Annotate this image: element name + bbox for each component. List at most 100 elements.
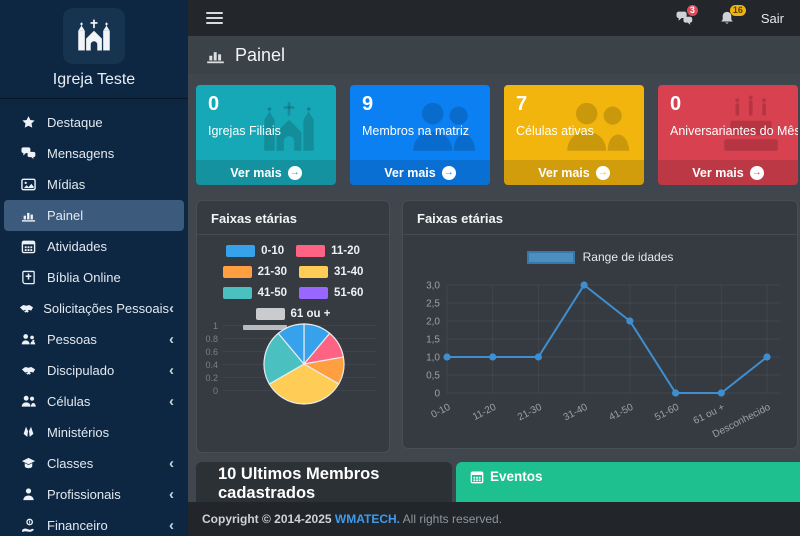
sidebar-item-celulas[interactable]: Células‹ [4, 386, 184, 417]
arrow-circle-icon: → [596, 166, 610, 180]
info-box-value: 0 [196, 85, 336, 116]
comments-icon [18, 146, 38, 161]
data-point [672, 389, 679, 396]
age-ranges-line-panel: Faixas etárias Range de idades 3,02,52,0… [402, 200, 798, 449]
sidebar-item-label: Painel [47, 208, 174, 223]
sidebar-item-profissionais[interactable]: Profissionais‹ [4, 479, 184, 510]
sidebar-item-label: Células [47, 394, 169, 409]
legend-item-0-10[interactable]: 0-10 [226, 245, 284, 257]
info-box-label: Igrejas Filiais [196, 116, 336, 138]
church-logo[interactable] [63, 8, 125, 64]
data-point [489, 353, 496, 360]
messages-button[interactable]: 3 [676, 10, 693, 27]
ghost-tick-label: 1 [205, 321, 223, 331]
money-hand-icon [18, 518, 38, 533]
user-tie-icon [18, 487, 38, 502]
legend-item-31-40[interactable]: 31-40 [299, 266, 363, 278]
divider [403, 234, 797, 235]
data-point [763, 353, 770, 360]
legend-item-21-30[interactable]: 21-30 [223, 266, 287, 278]
y-tick-label: 3,0 [426, 281, 440, 292]
calendar-icon [18, 239, 38, 254]
info-box-igrejas-filiais[interactable]: 0Igrejas Filiais Ver mais→ [196, 85, 336, 185]
info-box-value: 9 [350, 85, 490, 116]
users-icon [18, 394, 38, 409]
hamburger-icon[interactable] [206, 12, 223, 24]
bar-chart-icon [18, 208, 38, 223]
y-tick-label: 2,5 [426, 299, 440, 310]
info-box-membros-na-matriz[interactable]: 9Membros na matriz Ver mais→ [350, 85, 490, 185]
y-tick-label: 1,0 [426, 353, 440, 364]
info-box-label: Membros na matriz [350, 116, 490, 138]
page-header: Painel [188, 36, 800, 74]
brand-link[interactable]: WMATECH. [335, 512, 400, 526]
sidebar-item-ministerios[interactable]: Ministérios [4, 417, 184, 448]
info-box-celulas-ativas[interactable]: 7Células ativasVer mais→ [504, 85, 644, 185]
sidebar-item-biblia-online[interactable]: Bíblia Online [4, 262, 184, 293]
chevron-left-icon: ‹ [169, 456, 174, 471]
handshake-icon [18, 301, 34, 316]
x-tick-label: 21-30 [516, 402, 544, 424]
x-tick-label: 11-20 [471, 402, 499, 423]
ver-mais-label: Ver mais [230, 166, 281, 180]
arrow-circle-icon: → [442, 166, 456, 180]
events-title: Eventos [490, 469, 543, 484]
sidebar-item-label: Ministérios [47, 425, 174, 440]
sidebar-item-midias[interactable]: Mídias [4, 169, 184, 200]
notifications-badge: 16 [730, 5, 746, 17]
latest-members-panel[interactable]: 10 Ultimos Membros cadastrados [196, 462, 452, 506]
sidebar-item-classes[interactable]: Classes‹ [4, 448, 184, 479]
sidebar-item-discipulado[interactable]: Discipulado‹ [4, 355, 184, 386]
sidebar-item-label: Financeiro [47, 518, 169, 533]
legend-item-41-50[interactable]: 41-50 [223, 287, 287, 299]
chevron-left-icon: ‹ [169, 487, 174, 502]
church-icon [72, 15, 116, 57]
sidebar-item-label: Bíblia Online [47, 270, 174, 285]
handshake-icon [18, 363, 38, 378]
sidebar-item-label: Destaque [47, 115, 174, 130]
pie-legend: 0-1011-2021-3031-4041-5051-6061 ou + [197, 245, 389, 320]
data-point [535, 353, 542, 360]
users-gear-icon [18, 332, 38, 347]
church-logo-block: Igreja Teste [0, 0, 188, 99]
page-title: Painel [235, 45, 285, 66]
chevron-left-icon: ‹ [169, 394, 174, 409]
legend-swatch [527, 251, 575, 264]
legend-label: Range de idades [583, 250, 674, 264]
copyright-text: Copyright © 2014-2025 [202, 512, 335, 526]
sidebar-item-label: Pessoas [47, 332, 169, 347]
ver-mais-link[interactable]: Ver mais→ [658, 160, 798, 185]
sidebar-item-atividades[interactable]: Atividades [4, 231, 184, 262]
logout-link[interactable]: Sair [761, 11, 784, 26]
notifications-button[interactable]: 16 [719, 10, 735, 27]
legend-item-11-20[interactable]: 11-20 [296, 245, 360, 257]
sidebar-item-mensagens[interactable]: Mensagens [4, 138, 184, 169]
data-point [718, 389, 725, 396]
sidebar-item-label: Solicitações Pessoais [43, 301, 169, 316]
events-panel[interactable]: Eventos [456, 462, 800, 506]
bar-chart-icon [206, 46, 225, 65]
sidebar-item-label: Profissionais [47, 487, 169, 502]
sidebar-item-label: Atividades [47, 239, 174, 254]
chevron-left-icon: ‹ [169, 332, 174, 347]
legend-swatch [299, 287, 328, 299]
legend-item-51-60[interactable]: 51-60 [299, 287, 363, 299]
ver-mais-link[interactable]: Ver mais→ [350, 160, 490, 185]
sidebar-item-pessoas[interactable]: Pessoas‹ [4, 324, 184, 355]
star-icon [18, 115, 38, 130]
arrow-circle-icon: → [750, 166, 764, 180]
sidebar-item-painel[interactable]: Painel [4, 200, 184, 231]
rights-text: All rights reserved. [403, 512, 502, 526]
messages-badge: 3 [687, 5, 698, 17]
latest-members-title: 10 Ultimos Membros cadastrados [218, 465, 452, 503]
sidebar-item-destaque[interactable]: Destaque [4, 107, 184, 138]
ver-mais-label: Ver mais [538, 166, 589, 180]
ver-mais-link[interactable]: Ver mais → [504, 160, 644, 185]
sidebar-item-solicitacoes-pessoais[interactable]: Solicitações Pessoais‹ [4, 293, 184, 324]
ghost-tick-label: 0 [205, 386, 223, 396]
info-box-aniversariantes-do-mes[interactable]: 0Aniversariantes do MêsVer mais→ [658, 85, 798, 185]
ver-mais-link[interactable]: Ver mais→ [196, 160, 336, 185]
sidebar-item-label: Discipulado [47, 363, 169, 378]
sidebar-item-financeiro[interactable]: Financeiro‹ [4, 510, 184, 536]
footer: Copyright © 2014-2025 WMATECH. All right… [188, 502, 800, 536]
